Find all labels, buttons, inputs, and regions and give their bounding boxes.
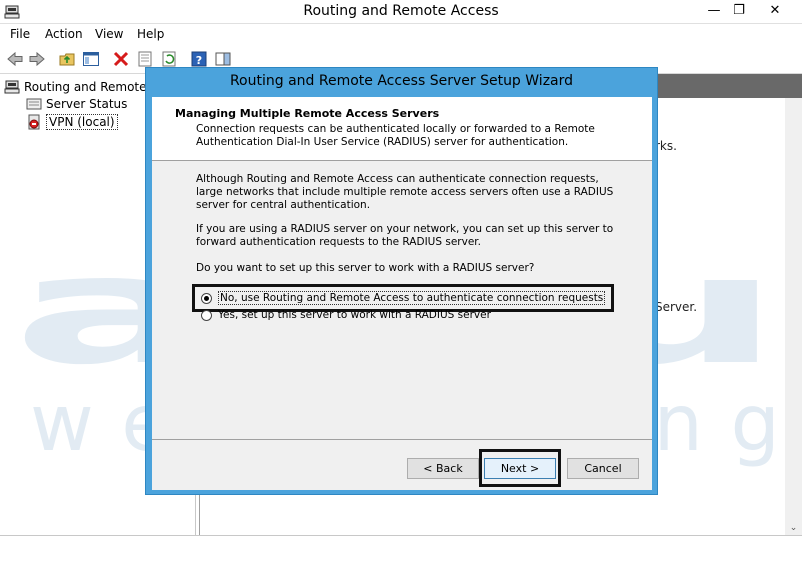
menu-help[interactable]: Help [137,27,164,41]
status-bar [0,535,802,561]
radio-unselected-icon[interactable] [201,309,212,321]
menu-action[interactable]: Action [45,27,83,41]
wizard-page-title: Managing Multiple Remote Access Servers [175,107,440,120]
tree-item-routing-root[interactable]: Routing and Remote A [4,78,159,96]
action-pane-icon[interactable] [214,50,232,68]
radio-option-no-radius[interactable]: No, use Routing and Remote Access to aut… [192,284,615,312]
back-arrow-icon[interactable] [6,50,24,68]
button-separator [152,439,652,440]
tree-item-vpn-local[interactable]: VPN (local) [26,113,118,131]
menu-view[interactable]: View [95,27,123,41]
tree-item-label: Server Status [46,97,128,111]
radio-option-yes-radius[interactable]: Yes, set up this server to work with a R… [201,309,491,321]
vpn-server-stopped-icon [28,114,40,130]
wizard-page-description: Connection requests can be authenticated… [196,123,595,148]
radio-selected-icon[interactable] [201,292,212,304]
svg-text:?: ? [196,54,202,67]
scroll-down-icon[interactable]: ⌄ [785,523,802,533]
properties-icon[interactable] [136,50,154,68]
wizard-body: Managing Multiple Remote Access Servers … [152,97,652,490]
cancel-button[interactable]: Cancel [567,458,639,479]
details-text-fragment: Server. [655,300,698,314]
menu-file[interactable]: File [10,27,30,41]
forward-arrow-icon[interactable] [28,50,46,68]
wizard-paragraph-2: If you are using a RADIUS server on your… [196,223,614,248]
title-bar: Routing and Remote Access — ❐ ✕ [0,0,802,24]
help-icon[interactable]: ? [190,50,208,68]
back-button[interactable]: < Back [407,458,479,479]
next-button[interactable]: Next > [484,458,556,479]
server-icon [4,80,20,94]
tree-item-server-status[interactable]: Server Status [26,95,127,113]
vertical-scrollbar[interactable]: ⌄ [785,98,802,535]
radio-option-label: Yes, set up this server to work with a R… [218,309,491,321]
tree-item-label: VPN (local) [46,114,118,130]
window-title: Routing and Remote Access [303,3,499,19]
wizard-header: Managing Multiple Remote Access Servers … [152,97,652,161]
server-status-icon [26,98,42,110]
close-button[interactable]: ✕ [750,0,800,22]
up-folder-icon[interactable] [58,50,76,68]
menu-bar: File Action View Help [0,24,802,44]
wizard-title: Routing and Remote Access Server Setup W… [229,73,574,89]
radio-option-label: No, use Routing and Remote Access to aut… [218,291,606,305]
wizard-question: Do you want to set up this server to wor… [196,262,535,274]
wizard-paragraph-1: Although Routing and Remote Access can a… [196,173,614,211]
setup-wizard-dialog: Routing and Remote Access Server Setup W… [145,67,658,495]
tree-item-label: Routing and Remote A [24,80,159,94]
delete-icon[interactable] [112,50,130,68]
refresh-icon[interactable] [160,50,178,68]
show-hide-tree-icon[interactable] [82,50,100,68]
details-text-fragment: rks. [655,139,677,153]
